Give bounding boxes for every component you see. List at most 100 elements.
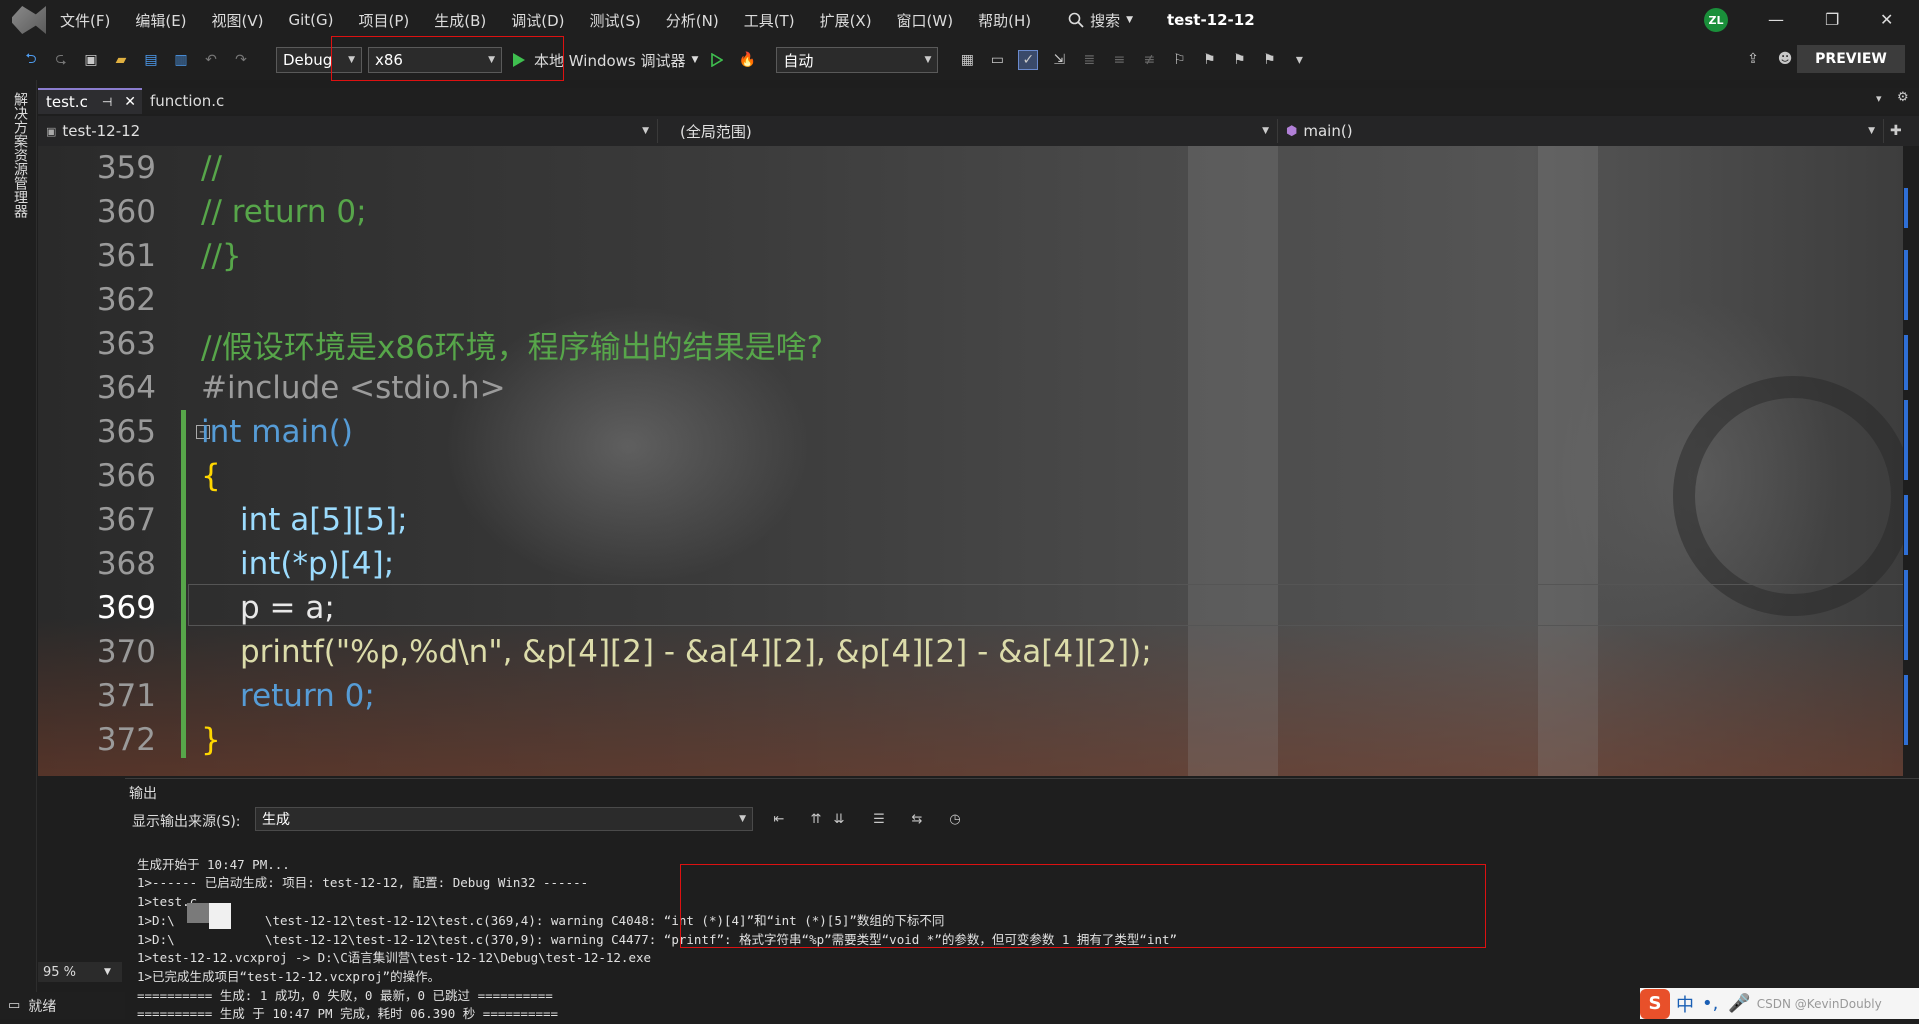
punctuation-icon[interactable]: •,	[1702, 993, 1718, 1014]
prev-bookmark-icon[interactable]: ⚑	[1200, 51, 1218, 69]
code-line: 361 //}	[38, 234, 242, 278]
hot-reload-icon[interactable]: 🔥	[738, 51, 756, 69]
menu-edit[interactable]: 编辑(E)	[135, 10, 186, 31]
restore-icon[interactable]: ❐	[1825, 10, 1839, 29]
chevron-down-icon: ▼	[1126, 15, 1134, 25]
back-icon[interactable]: ⮌	[22, 51, 40, 69]
output-source-select[interactable]: 生成 ▼	[255, 807, 753, 831]
feedback-icon[interactable]: ☻	[1776, 50, 1794, 68]
menu-view[interactable]: 视图(V)	[212, 10, 264, 31]
word-wrap-icon[interactable]: ⇆	[907, 809, 927, 829]
tab-function-c[interactable]: function.c	[142, 88, 278, 114]
ime-toolbar[interactable]: S 中 •, 🎤 CSDN @KevinDoubly	[1640, 988, 1919, 1019]
function-icon: ⬢	[1286, 123, 1298, 139]
menu-analyze[interactable]: 分析(N)	[666, 10, 719, 31]
line-number: 364	[96, 370, 156, 406]
scope-dropdown[interactable]: (全局范围) ▼	[658, 119, 1278, 143]
clear-bookmarks-icon[interactable]: ⚑	[1260, 51, 1278, 69]
status-icon: ▭	[8, 998, 21, 1013]
code-text: //}	[201, 238, 242, 274]
menu-build[interactable]: 生成(B)	[434, 10, 486, 31]
tab-test-c[interactable]: test.c ⊣ ✕	[38, 88, 142, 114]
menu-window[interactable]: 窗口(W)	[897, 10, 954, 31]
spell-check-icon[interactable]: ✓	[1018, 50, 1039, 70]
gear-icon[interactable]: ⚙	[1897, 90, 1909, 105]
menu-file[interactable]: 文件(F)	[60, 10, 110, 31]
format-icon[interactable]: ≣	[1080, 51, 1098, 69]
microphone-icon[interactable]: 🎤	[1728, 993, 1750, 1014]
ime-language[interactable]: 中	[1676, 991, 1694, 1017]
avatar[interactable]: ZL	[1704, 8, 1728, 32]
uncomment-icon[interactable]: ≢	[1140, 51, 1158, 69]
overflow-icon[interactable]: ▾	[1290, 51, 1308, 69]
new-project-icon[interactable]: ▣	[82, 51, 100, 69]
stack-frame-select[interactable]: 自动 ▼	[776, 47, 939, 73]
pin-icon[interactable]: ⊣	[102, 95, 112, 109]
clear-all-icon[interactable]: ☰	[869, 809, 889, 829]
find-message-icon[interactable]: ⇤	[769, 809, 789, 829]
solution-explorer-icon[interactable]: ▦	[958, 51, 976, 69]
bookmark-icon[interactable]: ⚐	[1170, 51, 1188, 69]
visual-studio-logo-icon[interactable]	[12, 6, 46, 34]
zoom-value: 95 %	[43, 964, 77, 980]
preview-button[interactable]: PREVIEW	[1797, 45, 1905, 73]
minimize-icon[interactable]: —	[1768, 10, 1784, 29]
search-box[interactable]: 搜索 ▼	[1068, 10, 1133, 31]
save-all-icon[interactable]: ▥	[172, 51, 190, 69]
project-dropdown[interactable]: ▣ test-12-12 ▼	[38, 119, 658, 143]
menu-project[interactable]: 项目(P)	[359, 10, 410, 31]
menu-debug[interactable]: 调试(D)	[511, 10, 564, 31]
prev-message-icon[interactable]: ⇈	[806, 809, 826, 829]
code-editor[interactable]: − 359// 360// return 0; 361//} 362 363//…	[38, 146, 1903, 776]
log-line: 1>已完成生成项目“test-12-12.vcxproj”的操作。	[137, 968, 441, 984]
clock-icon[interactable]: ◷	[945, 809, 965, 829]
close-icon[interactable]: ✕	[124, 94, 136, 110]
chevron-down-icon: ▼	[739, 814, 746, 824]
code-line: 366 {	[38, 454, 221, 498]
line-number: 366	[96, 458, 156, 494]
status-bar: ▭ 就绪	[0, 992, 125, 1019]
close-icon[interactable]: ✕	[1880, 10, 1893, 29]
menu-extensions[interactable]: 扩展(X)	[820, 10, 872, 31]
split-icon[interactable]: ✚	[1890, 123, 1902, 139]
menu-test[interactable]: 测试(S)	[590, 10, 641, 31]
step-icon[interactable]: ⇲	[1050, 51, 1068, 69]
background-pillar	[1538, 146, 1598, 776]
menu-git[interactable]: Git(G)	[289, 11, 334, 29]
layout-icon[interactable]: ▭	[988, 51, 1006, 69]
line-number: 360	[96, 194, 156, 230]
forward-icon[interactable]: ⮎	[52, 51, 70, 69]
next-bookmark-icon[interactable]: ⚑	[1230, 51, 1248, 69]
save-icon[interactable]: ▤	[142, 51, 160, 69]
code-line: 370 printf("%p,%d\n", &p[4][2] - &a[4][2]…	[38, 630, 1152, 674]
tab-list-icon[interactable]: ▾	[1876, 92, 1882, 105]
zoom-level[interactable]: 95 % ▼	[38, 962, 122, 982]
redo-icon[interactable]: ↷	[232, 51, 250, 69]
code-line: 368 int(*p)[4];	[38, 542, 394, 586]
log-line: 1>test-12-12.vcxproj -> D:\C语言集训营\test-1…	[137, 950, 652, 966]
solution-explorer-tab[interactable]: 解决方案资源管理器	[10, 92, 30, 218]
code-text: return 0;	[240, 678, 375, 714]
code-text: printf("%p,%d\n", &p[4][2] - &a[4][2], &…	[240, 634, 1152, 670]
comment-icon[interactable]: ≡	[1110, 51, 1128, 69]
next-message-icon[interactable]: ⇊	[829, 809, 849, 829]
background-pillar	[1188, 146, 1278, 776]
chevron-down-icon: ▼	[1868, 126, 1875, 136]
redacted-block	[187, 903, 209, 923]
code-text: }	[201, 722, 221, 758]
toolbar: ⮌ ⮎ ▣ ▰ ▤ ▥ ↶ ↷ Debug ▼ x86 ▼ 本地 Windows 调…	[0, 40, 1919, 80]
menu-tools[interactable]: 工具(T)	[744, 10, 795, 31]
start-without-debugging-icon[interactable]	[708, 51, 726, 69]
line-number: 371	[96, 678, 156, 714]
line-number: 362	[96, 282, 156, 318]
menu-help[interactable]: 帮助(H)	[978, 10, 1031, 31]
undo-icon[interactable]: ↶	[202, 51, 220, 69]
code-text: int(*p)[4];	[240, 546, 395, 582]
open-folder-icon[interactable]: ▰	[112, 51, 130, 69]
code-line: 360 // return 0;	[38, 190, 367, 234]
current-line-highlight	[188, 584, 1903, 626]
configuration-value: Debug	[283, 51, 333, 69]
share-icon[interactable]: ⇪	[1744, 50, 1762, 68]
member-dropdown[interactable]: ⬢ main() ▼	[1278, 119, 1884, 143]
editor-scrollbar[interactable]	[1904, 150, 1912, 770]
